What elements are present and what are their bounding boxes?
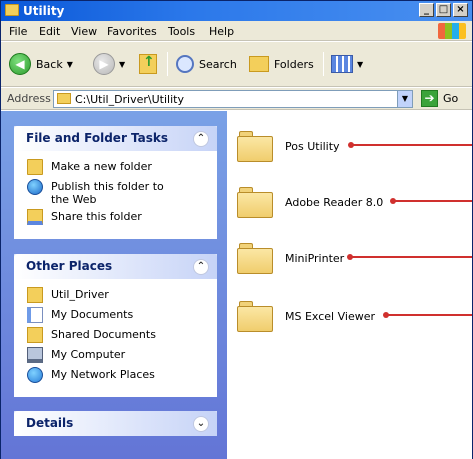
place-my-documents[interactable]: My Documents	[27, 307, 216, 324]
folder-icon	[237, 129, 273, 162]
search-button[interactable]: Search	[176, 50, 237, 78]
back-dropdown-icon[interactable]: ▼	[67, 60, 73, 69]
folders-icon	[249, 56, 269, 72]
folder-icon	[27, 327, 43, 343]
up-button[interactable]	[139, 50, 157, 78]
menu-help[interactable]: Help	[209, 25, 234, 38]
file-list-pane: Pos Utility Adobe Reader 8.0 MiniPrinter…	[227, 111, 472, 459]
window-title: Utility	[23, 4, 65, 18]
back-arrow-icon: ◀	[9, 53, 31, 75]
address-bar: Address C:\Util_Driver\Utility ▼ ➔ Go	[1, 88, 472, 110]
other-places-panel: Other Places ⌃ Util_Driver My Documents …	[14, 254, 217, 397]
other-places-body: Util_Driver My Documents Shared Document…	[14, 279, 217, 397]
chevron-up-icon[interactable]: ⌃	[193, 131, 209, 147]
place-label: My Network Places	[51, 368, 155, 381]
explorer-window: Utility _ □ × File Edit View Favorites T…	[0, 0, 473, 459]
folder-icon	[27, 287, 43, 303]
search-label: Search	[199, 57, 237, 71]
menu-tools[interactable]: Tools	[168, 25, 195, 38]
place-shared-documents[interactable]: Shared Documents	[27, 327, 216, 344]
menu-view[interactable]: View	[71, 25, 97, 38]
views-icon	[331, 55, 353, 73]
forward-button[interactable]: ▶ ▼	[93, 50, 125, 78]
up-folder-icon	[139, 54, 157, 74]
toolbar-separator	[167, 52, 168, 76]
chevron-up-icon[interactable]: ⌃	[193, 259, 209, 275]
back-button[interactable]: ◀ Back ▼	[9, 50, 73, 78]
task-label: Share this folder	[51, 210, 142, 223]
windows-logo-icon	[438, 23, 466, 39]
go-button[interactable]: ➔ Go	[421, 90, 458, 107]
panel-title: File and Folder Tasks	[26, 131, 169, 145]
globe-icon	[27, 179, 43, 195]
folder-name: Pos Utility	[285, 140, 340, 153]
task-label: Publish this folder to the Web	[51, 180, 164, 206]
toolbar-separator	[323, 52, 324, 76]
place-label: My Computer	[51, 348, 126, 361]
place-label: Shared Documents	[51, 328, 156, 341]
search-icon	[176, 55, 194, 73]
folders-button[interactable]: Folders	[249, 50, 314, 78]
task-publish-web[interactable]: Publish this folder to the Web	[27, 179, 216, 206]
place-label: My Documents	[51, 308, 134, 321]
menu-bar: File Edit View Favorites Tools Help	[1, 21, 472, 41]
my-documents-icon	[27, 307, 43, 323]
address-input[interactable]: C:\Util_Driver\Utility ▼	[53, 90, 413, 108]
folder-name: Adobe Reader 8.0	[285, 196, 384, 209]
callout-line	[393, 200, 472, 202]
place-util-driver[interactable]: Util_Driver	[27, 287, 216, 304]
file-folder-tasks-panel: File and Folder Tasks ⌃ Make a new folde…	[14, 126, 217, 239]
views-dropdown-icon[interactable]: ▼	[357, 60, 363, 69]
folder-icon	[237, 299, 273, 332]
folder-icon	[57, 93, 71, 104]
menu-favorites[interactable]: Favorites	[107, 25, 157, 38]
toolbar: ◀ Back ▼ ▶ ▼ Search Folders ▼	[1, 42, 472, 87]
details-panel: Details ⌄	[14, 411, 217, 436]
address-dropdown-icon[interactable]: ▼	[397, 91, 412, 107]
place-label: Util_Driver	[51, 288, 109, 301]
menu-edit[interactable]: Edit	[39, 25, 60, 38]
new-folder-icon	[27, 159, 43, 175]
share-folder-icon	[27, 209, 43, 225]
network-icon	[27, 367, 43, 383]
back-label: Back	[36, 57, 63, 71]
chevron-down-icon[interactable]: ⌄	[193, 416, 209, 432]
menu-file[interactable]: File	[9, 25, 27, 38]
callout-line	[350, 256, 472, 258]
go-label: Go	[443, 92, 459, 105]
folder-name: MiniPrinter	[285, 252, 345, 265]
folders-label: Folders	[274, 57, 314, 71]
folder-icon	[237, 241, 273, 274]
details-header[interactable]: Details ⌄	[14, 411, 217, 436]
callout-line	[386, 314, 472, 316]
address-label: Address	[7, 92, 51, 105]
maximize-button[interactable]: □	[436, 3, 451, 17]
other-places-header[interactable]: Other Places ⌃	[14, 254, 217, 279]
folder-icon	[237, 185, 273, 218]
computer-icon	[27, 347, 43, 363]
views-button[interactable]: ▼	[331, 50, 363, 78]
close-button[interactable]: ×	[453, 3, 468, 17]
place-my-network-places[interactable]: My Network Places	[27, 367, 216, 384]
forward-dropdown-icon[interactable]: ▼	[119, 60, 125, 69]
minimize-button[interactable]: _	[419, 3, 434, 17]
task-share-folder[interactable]: Share this folder	[27, 209, 216, 226]
folder-name: MS Excel Viewer	[285, 310, 375, 323]
panel-title: Other Places	[26, 259, 113, 273]
task-label: Make a new folder	[51, 160, 152, 173]
panel-title: Details	[26, 416, 74, 430]
forward-arrow-icon: ▶	[93, 53, 115, 75]
title-bar[interactable]: Utility _ □ ×	[1, 1, 472, 21]
go-arrow-icon: ➔	[421, 90, 438, 107]
callout-line	[351, 144, 472, 146]
address-value: C:\Util_Driver\Utility	[75, 93, 184, 106]
file-folder-tasks-header[interactable]: File and Folder Tasks ⌃	[14, 126, 217, 151]
folder-icon	[5, 4, 19, 16]
file-folder-tasks-body: Make a new folder Publish this folder to…	[14, 151, 217, 239]
task-make-new-folder[interactable]: Make a new folder	[27, 159, 216, 176]
place-my-computer[interactable]: My Computer	[27, 347, 216, 364]
task-pane: File and Folder Tasks ⌃ Make a new folde…	[1, 111, 227, 459]
